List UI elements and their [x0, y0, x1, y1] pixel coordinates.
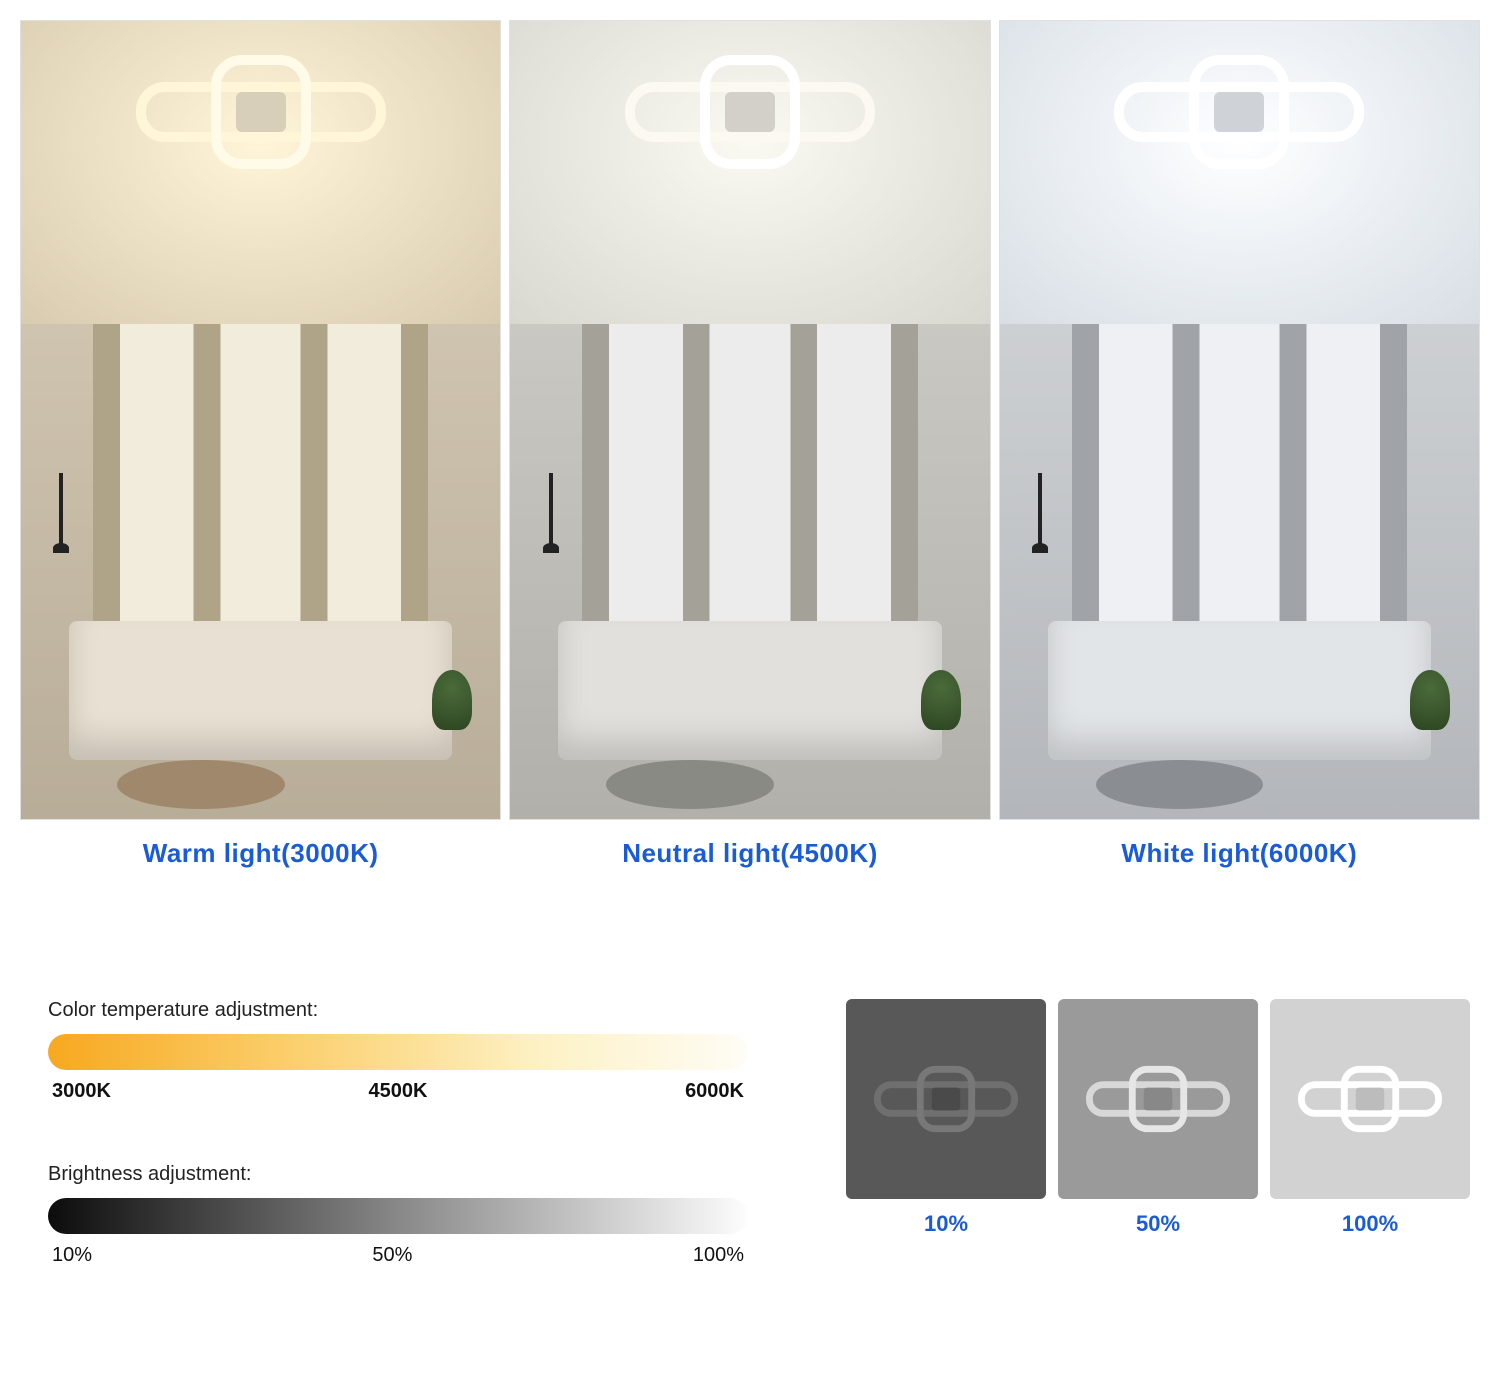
window-icon	[1072, 324, 1408, 646]
caption-white: White light(6000K)	[999, 838, 1480, 869]
scene-warm	[20, 20, 501, 820]
ceiling-light-icon	[1078, 1054, 1238, 1144]
brightness-tick: 50%	[372, 1244, 412, 1267]
thumb-50: 50%	[1058, 999, 1258, 1237]
plant-icon	[921, 670, 961, 730]
scene-neutral	[509, 20, 990, 820]
color-temp-label: Color temperature adjustment:	[48, 999, 780, 1022]
thumb-box-100	[1270, 999, 1470, 1199]
sofa-icon	[1048, 621, 1431, 760]
color-temp-tick: 3000K	[52, 1080, 111, 1103]
color-temp-gradient-bar	[48, 1034, 748, 1070]
ceiling-light-icon	[1290, 1054, 1450, 1144]
plant-icon	[432, 670, 472, 730]
brightness-ticks: 10% 50% 100%	[48, 1244, 748, 1267]
thumb-caption: 50%	[1058, 1211, 1258, 1237]
ceiling-light-icon	[866, 1054, 1026, 1144]
thumb-caption: 10%	[846, 1211, 1046, 1237]
thumb-10: 10%	[846, 999, 1046, 1237]
coffee-table-icon	[1096, 760, 1264, 809]
ceiling-light-icon	[1099, 42, 1379, 182]
brightness-thumbnails: 10% 50% 100%	[810, 999, 1480, 1237]
room-warm	[21, 324, 500, 819]
brightness-label: Brightness adjustment:	[48, 1163, 780, 1186]
color-temp-ticks: 3000K 4500K 6000K	[48, 1080, 748, 1103]
floor-lamp-icon	[1038, 473, 1042, 553]
ceiling-light-icon	[121, 42, 401, 182]
ceiling-neutral	[510, 21, 989, 324]
coffee-table-icon	[606, 760, 774, 809]
ceiling-light-icon	[610, 42, 890, 182]
window-icon	[93, 324, 429, 646]
color-temp-tick: 4500K	[369, 1080, 428, 1103]
sofa-icon	[558, 621, 941, 760]
brightness-tick: 10%	[52, 1244, 92, 1267]
brightness-tick: 100%	[693, 1244, 744, 1267]
thumb-box-50	[1058, 999, 1258, 1199]
room-white	[1000, 324, 1479, 819]
caption-neutral: Neutral light(4500K)	[509, 838, 990, 869]
thumb-caption: 100%	[1270, 1211, 1470, 1237]
floor-lamp-icon	[59, 473, 63, 553]
sofa-icon	[69, 621, 452, 760]
window-icon	[582, 324, 918, 646]
color-temperature-scenes	[20, 20, 1480, 820]
caption-warm: Warm light(3000K)	[20, 838, 501, 869]
ceiling-warm	[21, 21, 500, 324]
adjustment-section: Color temperature adjustment: 3000K 4500…	[20, 999, 1480, 1267]
floor-lamp-icon	[549, 473, 553, 553]
plant-icon	[1410, 670, 1450, 730]
ceiling-white	[1000, 21, 1479, 324]
coffee-table-icon	[117, 760, 285, 809]
thumb-box-10	[846, 999, 1046, 1199]
room-neutral	[510, 324, 989, 819]
scene-white	[999, 20, 1480, 820]
brightness-gradient-bar	[48, 1198, 748, 1234]
scene-captions: Warm light(3000K) Neutral light(4500K) W…	[20, 838, 1480, 869]
adjustment-sliders: Color temperature adjustment: 3000K 4500…	[20, 999, 780, 1267]
color-temp-tick: 6000K	[685, 1080, 744, 1103]
thumb-100: 100%	[1270, 999, 1470, 1237]
